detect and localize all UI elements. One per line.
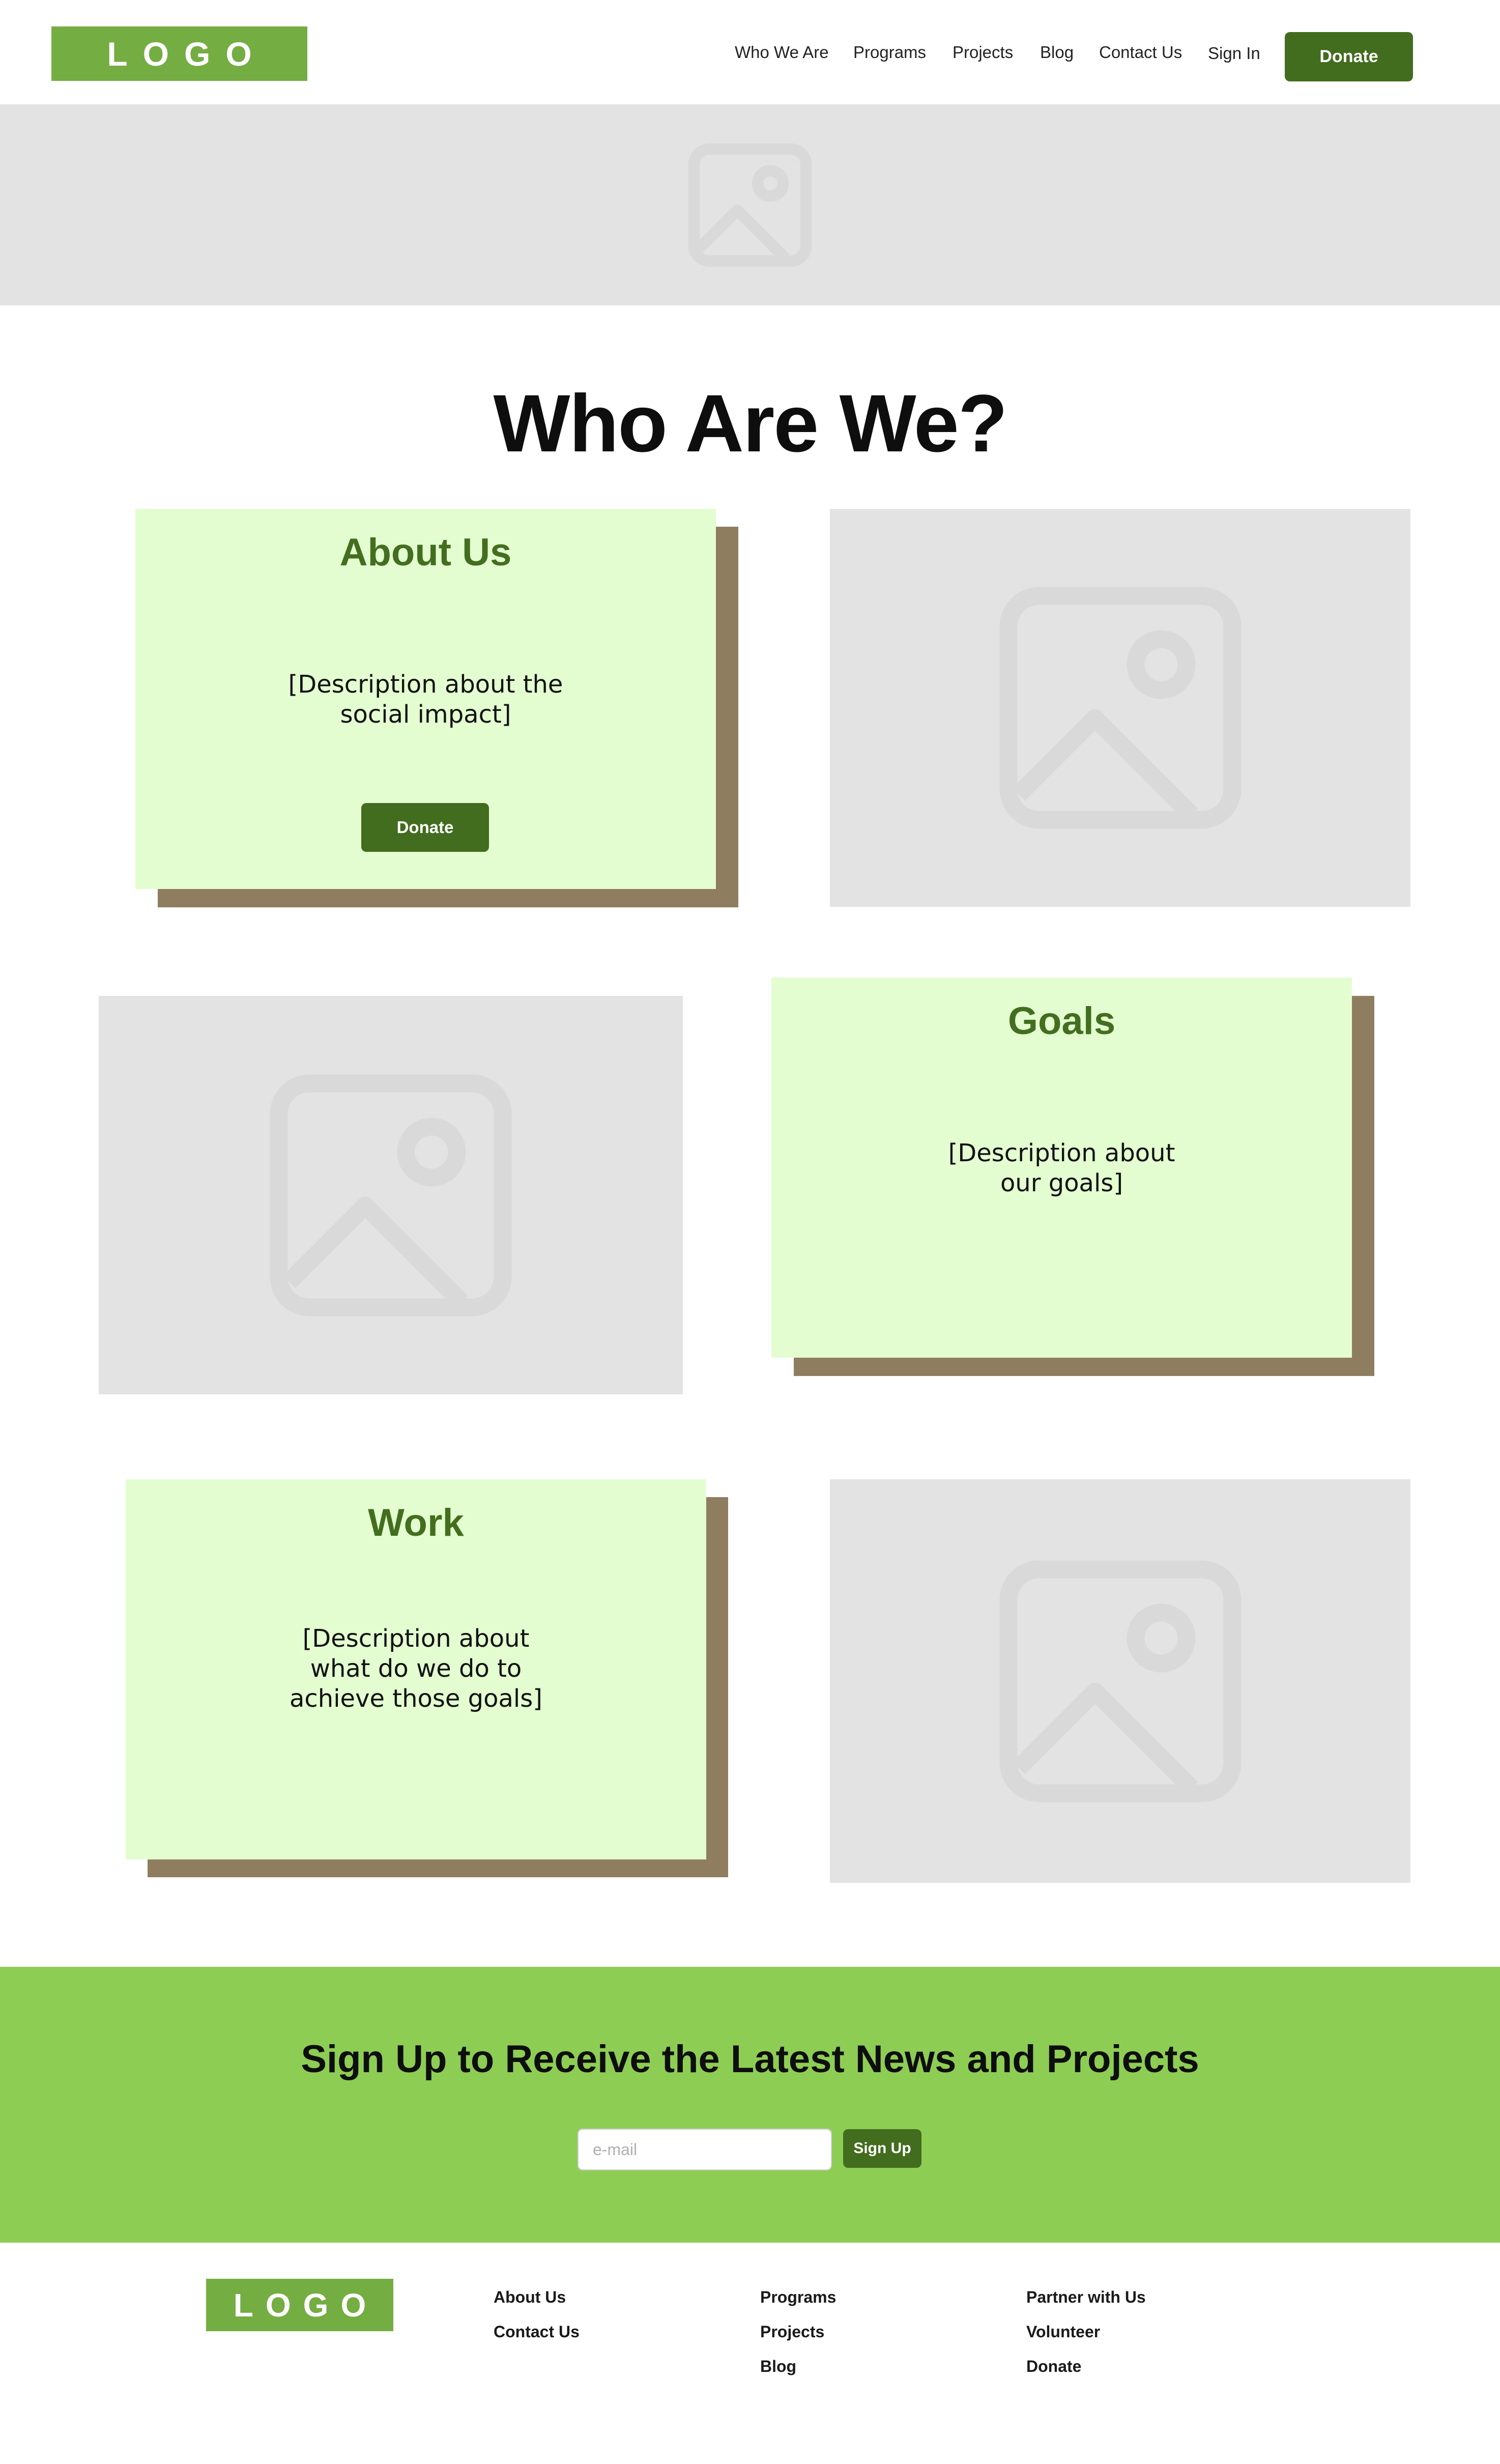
goals-title: Goals bbox=[1007, 999, 1116, 1043]
footer-link-programs[interactable]: Programs bbox=[760, 2288, 836, 2307]
nav-who-we-are[interactable]: Who We Are bbox=[735, 43, 829, 62]
site-header: LOGO Who We Are Programs Projects Blog C… bbox=[0, 0, 1500, 104]
footer-link-contact-us[interactable]: Contact Us bbox=[494, 2323, 580, 2341]
section-title: Who Are We? bbox=[493, 378, 1007, 469]
goals-card: Goals [Description about our goals] bbox=[771, 978, 1352, 1358]
footer-link-donate[interactable]: Donate bbox=[1026, 2357, 1081, 2376]
nav-projects[interactable]: Projects bbox=[953, 43, 1013, 62]
image-placeholder-icon bbox=[999, 587, 1241, 829]
signup-title: Sign Up to Receive the Latest News and P… bbox=[301, 2038, 1199, 2081]
nav-contact-us[interactable]: Contact Us bbox=[1099, 43, 1182, 62]
footer-link-partner-with-us[interactable]: Partner with Us bbox=[1026, 2288, 1146, 2307]
work-description: [Description about what do we do to achi… bbox=[289, 1624, 542, 1713]
footer-logo[interactable]: LOGO bbox=[206, 2279, 393, 2331]
sign-in-link[interactable]: Sign In bbox=[1208, 44, 1260, 63]
nav-blog[interactable]: Blog bbox=[1040, 43, 1074, 62]
nav-programs[interactable]: Programs bbox=[853, 43, 926, 62]
image-placeholder-icon bbox=[999, 1560, 1241, 1802]
image-placeholder-icon bbox=[688, 143, 812, 267]
work-card: Work [Description about what do we do to… bbox=[126, 1479, 706, 1859]
work-title: Work bbox=[368, 1501, 464, 1544]
about-us-description: [Description about the social impact] bbox=[288, 670, 563, 729]
goals-image bbox=[99, 996, 683, 1394]
hero-image bbox=[0, 104, 1500, 305]
email-input[interactable] bbox=[578, 2129, 832, 2170]
about-us-card: About Us [Description about the social i… bbox=[135, 509, 716, 889]
work-image bbox=[830, 1479, 1410, 1883]
about-us-donate-button[interactable]: Donate bbox=[361, 803, 489, 852]
image-placeholder-icon bbox=[270, 1074, 512, 1316]
footer-link-volunteer[interactable]: Volunteer bbox=[1026, 2323, 1100, 2341]
header-donate-button[interactable]: Donate bbox=[1285, 32, 1413, 81]
about-us-image bbox=[830, 509, 1410, 907]
footer-link-about-us[interactable]: About Us bbox=[494, 2288, 566, 2307]
goals-description: [Description about our goals] bbox=[948, 1139, 1175, 1197]
footer-link-projects[interactable]: Projects bbox=[760, 2323, 824, 2341]
newsletter-signup-section bbox=[0, 1967, 1500, 2243]
header-logo[interactable]: LOGO bbox=[51, 26, 307, 81]
sign-up-button[interactable]: Sign Up bbox=[843, 2129, 921, 2168]
footer-link-blog[interactable]: Blog bbox=[760, 2357, 796, 2376]
about-us-title: About Us bbox=[339, 531, 512, 574]
